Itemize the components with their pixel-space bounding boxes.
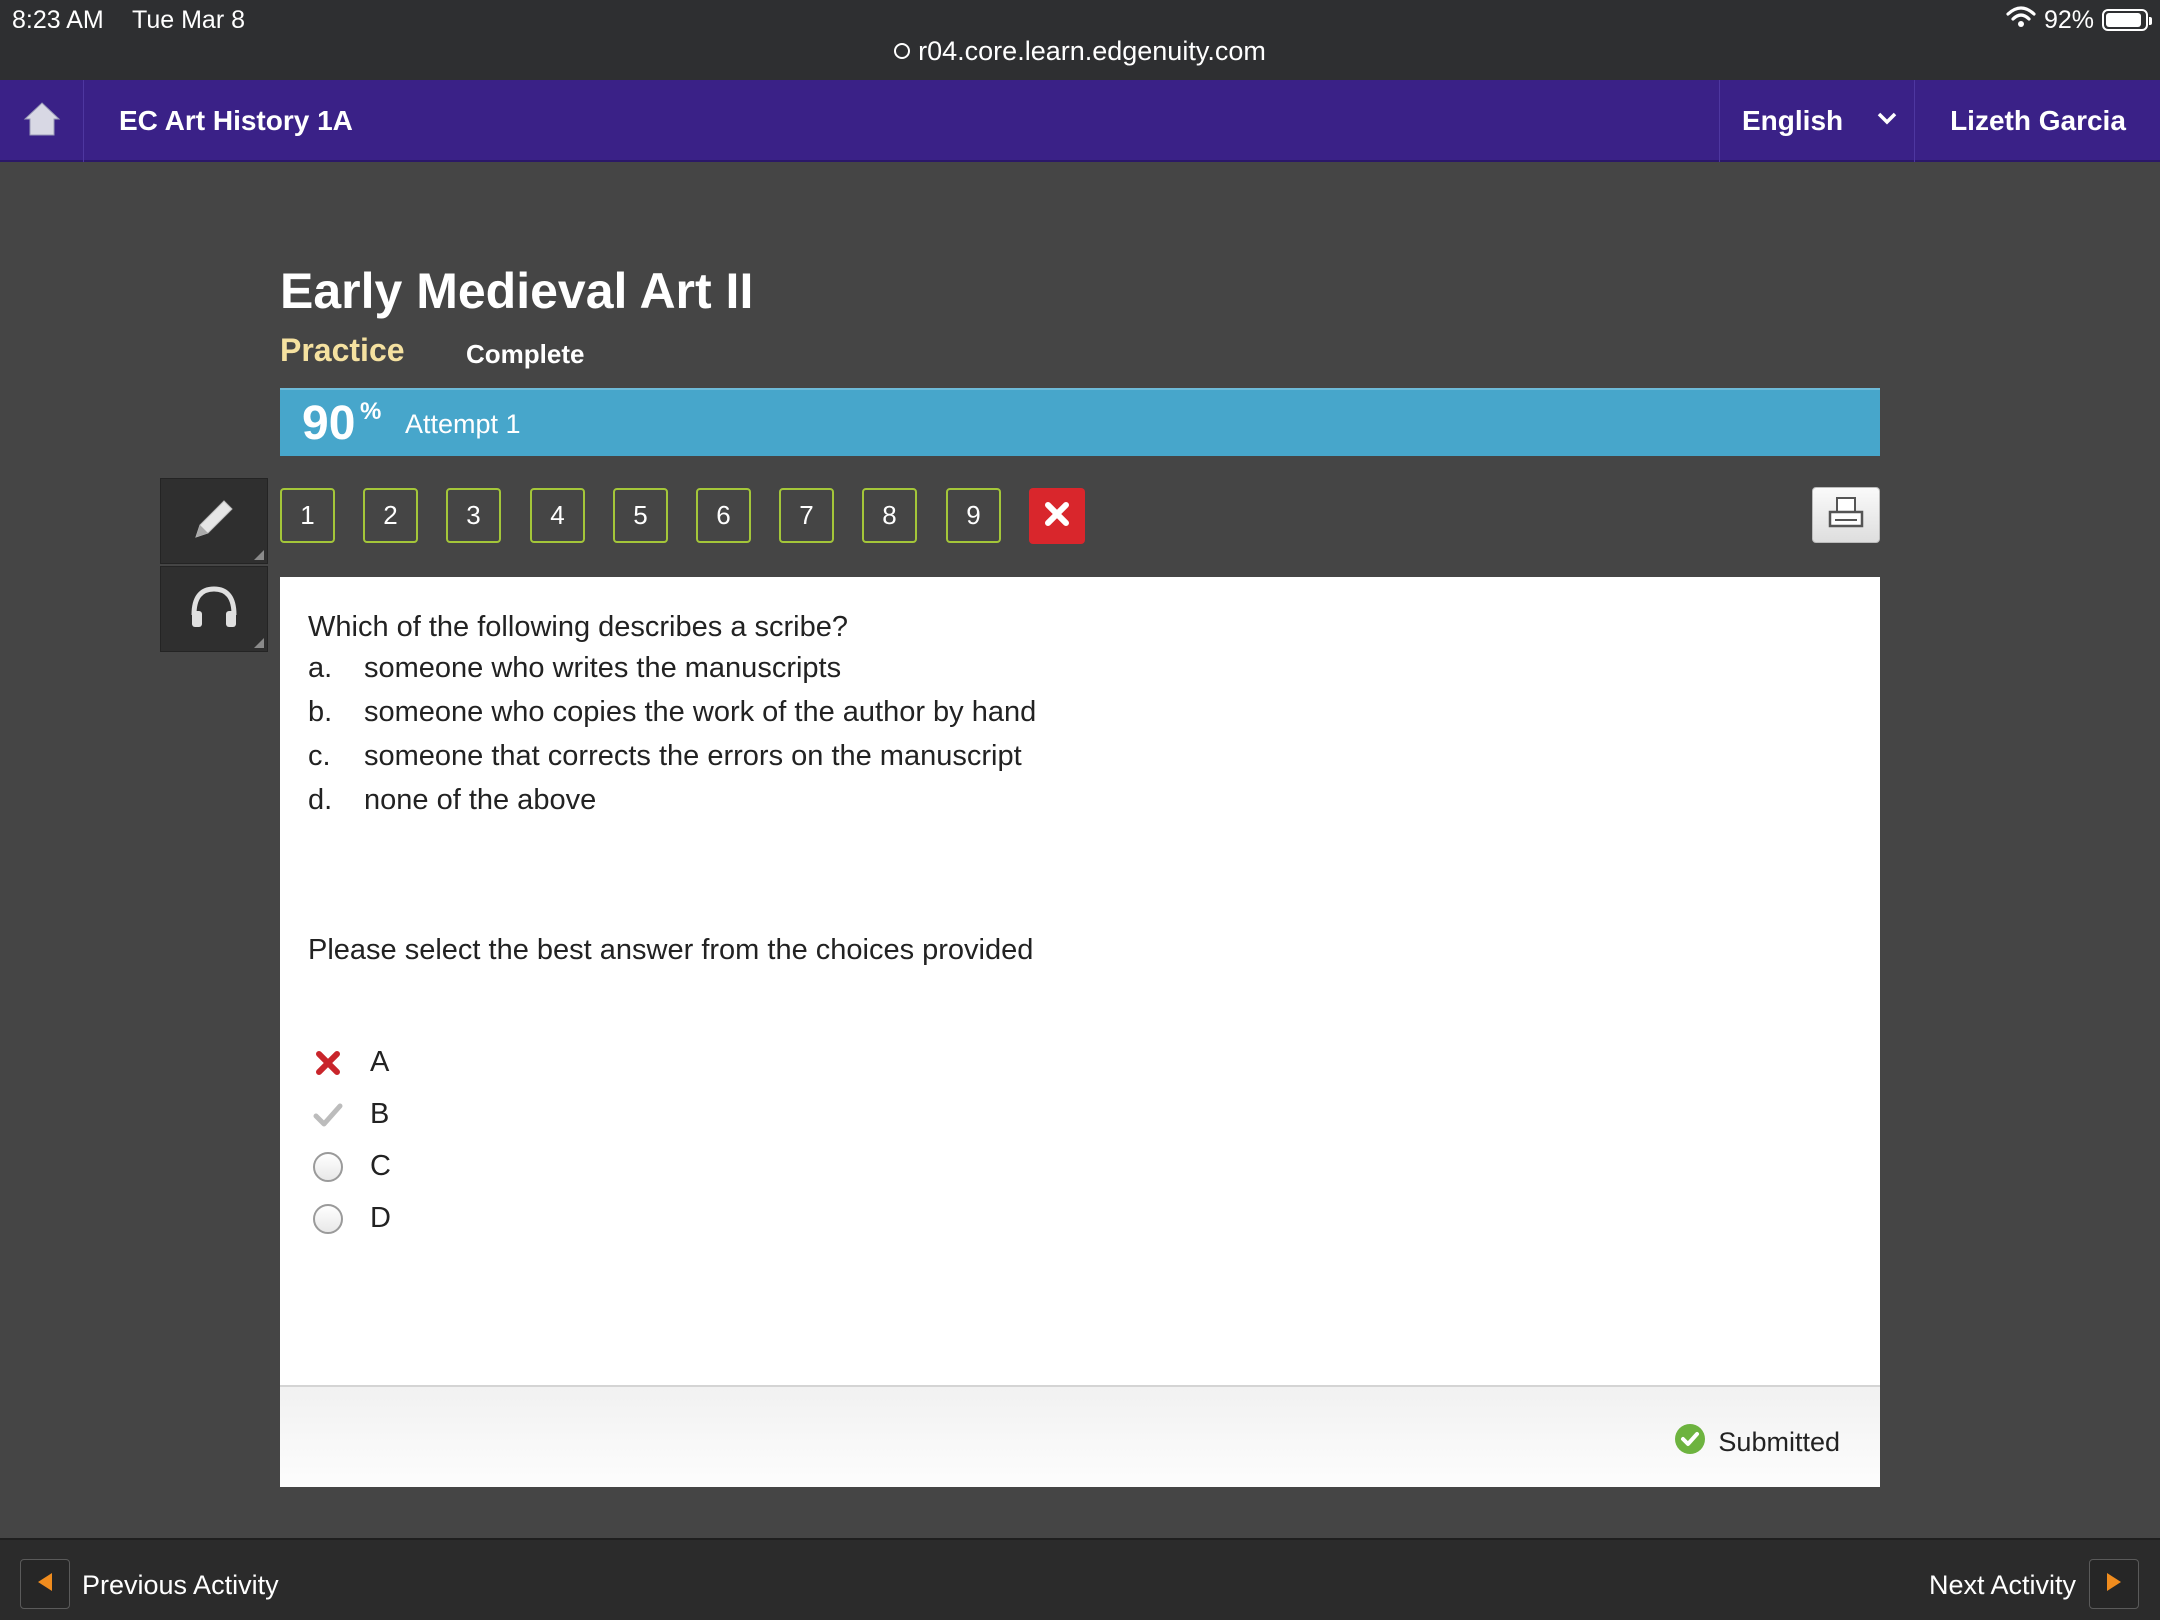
choice-text: none of the above [364, 784, 597, 816]
home-button[interactable] [0, 80, 84, 162]
question-8-button[interactable]: 8 [862, 488, 917, 543]
checkmark-icon [312, 1099, 344, 1131]
choice-text: someone who copies the work of the autho… [364, 696, 1037, 728]
score-unit: % [360, 398, 382, 425]
score-value: 90 [302, 397, 356, 450]
battery-percent: 92% [2043, 5, 2094, 34]
answer-label: B [370, 1098, 390, 1130]
page-title: Early Medieval Art II [280, 263, 754, 319]
question-10-incorrect-button[interactable] [1029, 488, 1085, 544]
radio-button[interactable] [312, 1203, 344, 1235]
language-label: English [1742, 105, 1844, 136]
radio-button[interactable] [312, 1151, 344, 1183]
status-indicators: 92% [2006, 4, 2152, 36]
url-text: r04.core.learn.edgenuity.com [918, 36, 1266, 66]
arrow-left-icon [36, 1571, 54, 1598]
success-check-icon [1674, 1423, 1706, 1462]
question-3-button[interactable]: 3 [446, 488, 501, 543]
course-title: EC Art History 1A [119, 105, 353, 136]
instruction-text: Please select the best answer from the c… [308, 934, 1034, 966]
previous-activity-arrow[interactable] [20, 1559, 70, 1609]
site-info-icon[interactable] [894, 43, 911, 59]
attempt-label: Attempt 1 [405, 409, 521, 439]
browser-chrome: 8:23 AM Tue Mar 8 92% r04.core.learn.edg… [0, 0, 2160, 80]
question-9-button[interactable]: 9 [946, 488, 1001, 543]
question-7-button[interactable]: 7 [779, 488, 834, 543]
chevron-down-icon [1876, 104, 1898, 136]
question-5-button[interactable]: 5 [613, 488, 668, 543]
choice-letter: a. [308, 652, 333, 684]
next-activity-link[interactable]: Next Activity [1929, 1570, 2076, 1601]
choice-letter: b. [308, 696, 333, 728]
course-header: EC Art History 1A English Lizeth Garcia [0, 80, 2160, 162]
choice-letter: d. [308, 784, 333, 816]
printer-icon [1826, 495, 1866, 536]
user-menu[interactable]: Lizeth Garcia [1916, 80, 2160, 162]
arrow-right-icon [2105, 1571, 2123, 1598]
activity-type: Practice [280, 332, 405, 368]
activity-status: Complete [466, 339, 585, 369]
address-bar[interactable]: r04.core.learn.edgenuity.com [0, 36, 2160, 67]
language-select[interactable]: English [1719, 80, 1915, 162]
battery-icon [2102, 9, 2152, 31]
submitted-status: Submitted [1674, 1423, 1840, 1462]
audio-tool-button[interactable] [160, 566, 268, 652]
question-2-button[interactable]: 2 [363, 488, 418, 543]
panel-footer: Submitted [280, 1385, 1880, 1487]
question-1-button[interactable]: 1 [280, 488, 335, 543]
incorrect-x-icon [312, 1047, 344, 1079]
answer-label: D [370, 1202, 391, 1234]
pencil-tool-button[interactable] [160, 478, 268, 564]
question-6-button[interactable]: 6 [696, 488, 751, 543]
score-bar: 90 % Attempt 1 [280, 388, 1880, 456]
headphones-icon [186, 581, 242, 638]
previous-activity-link[interactable]: Previous Activity [82, 1570, 279, 1601]
choice-text: someone who writes the manuscripts [364, 652, 842, 684]
choice-letter: c. [308, 740, 331, 772]
status-time: 8:23 AM [12, 6, 104, 34]
home-icon [23, 101, 61, 142]
answer-label: C [370, 1150, 391, 1182]
close-icon [1042, 499, 1072, 534]
answer-label: A [370, 1046, 390, 1078]
submission-bar: Submitted [280, 1385, 1880, 1487]
pencil-icon [186, 491, 242, 552]
activity-nav-bar: Previous Activity Next Activity [0, 1538, 2160, 1620]
question-panel: Which of the following describes a scrib… [280, 577, 1880, 1387]
print-button[interactable] [1812, 487, 1880, 543]
choice-text: someone that corrects the errors on the … [364, 740, 1022, 772]
submitted-label: Submitted [1718, 1427, 1840, 1457]
status-date: Tue Mar 8 [132, 6, 246, 34]
question-text: Which of the following describes a scrib… [308, 611, 848, 643]
question-4-button[interactable]: 4 [530, 488, 585, 543]
next-activity-arrow[interactable] [2089, 1559, 2139, 1609]
wifi-icon [2006, 5, 2036, 36]
